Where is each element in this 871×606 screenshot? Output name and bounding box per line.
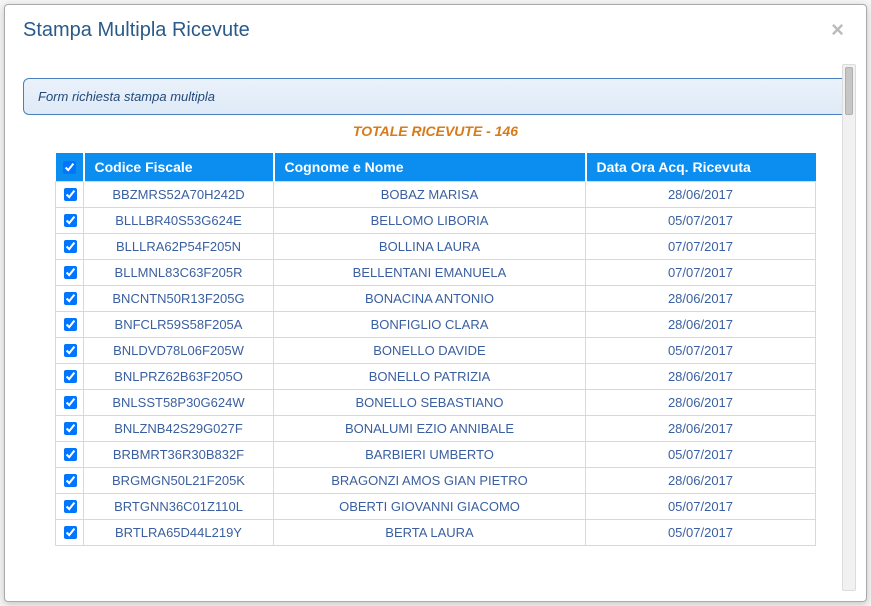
cell-data-ricevuta: 05/07/2017	[586, 520, 816, 546]
header-checkbox-cell	[56, 153, 84, 182]
cell-data-ricevuta: 28/06/2017	[586, 364, 816, 390]
row-checkbox-cell	[56, 182, 84, 208]
cell-data-ricevuta: 07/07/2017	[586, 234, 816, 260]
form-legend: Form richiesta stampa multipla	[23, 78, 848, 115]
cell-data-ricevuta: 28/06/2017	[586, 390, 816, 416]
row-checkbox-cell	[56, 286, 84, 312]
cell-codice-fiscale: BLLLBR40S53G624E	[84, 208, 274, 234]
row-checkbox-cell	[56, 520, 84, 546]
table-row: BNCNTN50R13F205GBONACINA ANTONIO28/06/20…	[56, 286, 816, 312]
cell-codice-fiscale: BNCNTN50R13F205G	[84, 286, 274, 312]
header-codice-fiscale[interactable]: Codice Fiscale	[84, 153, 274, 182]
row-checkbox-cell	[56, 312, 84, 338]
table-row: BLLLBR40S53G624EBELLOMO LIBORIA05/07/201…	[56, 208, 816, 234]
cell-cognome-nome: BELLOMO LIBORIA	[274, 208, 586, 234]
row-checkbox[interactable]	[64, 240, 77, 253]
row-checkbox-cell	[56, 442, 84, 468]
cell-codice-fiscale: BRBMRT36R30B832F	[84, 442, 274, 468]
row-checkbox[interactable]	[64, 214, 77, 227]
cell-cognome-nome: BONELLO SEBASTIANO	[274, 390, 586, 416]
cell-cognome-nome: BRAGONZI AMOS GIAN PIETRO	[274, 468, 586, 494]
header-cognome-nome[interactable]: Cognome e Nome	[274, 153, 586, 182]
row-checkbox-cell	[56, 390, 84, 416]
row-checkbox[interactable]	[64, 266, 77, 279]
row-checkbox[interactable]	[64, 526, 77, 539]
row-checkbox[interactable]	[64, 422, 77, 435]
modal-header: Stampa Multipla Ricevute ×	[5, 5, 866, 54]
modal-body: Form richiesta stampa multipla TOTALE RI…	[5, 54, 866, 601]
table-row: BNLDVD78L06F205WBONELLO DAVIDE05/07/2017	[56, 338, 816, 364]
cell-data-ricevuta: 28/06/2017	[586, 416, 816, 442]
cell-codice-fiscale: BNLPRZ62B63F205O	[84, 364, 274, 390]
cell-cognome-nome: BONFIGLIO CLARA	[274, 312, 586, 338]
row-checkbox[interactable]	[64, 318, 77, 331]
cell-cognome-nome: BONACINA ANTONIO	[274, 286, 586, 312]
cell-cognome-nome: BELLENTANI EMANUELA	[274, 260, 586, 286]
row-checkbox[interactable]	[64, 448, 77, 461]
table-row: BLLMNL83C63F205RBELLENTANI EMANUELA07/07…	[56, 260, 816, 286]
cell-codice-fiscale: BNLSST58P30G624W	[84, 390, 274, 416]
cell-data-ricevuta: 28/06/2017	[586, 286, 816, 312]
modal-dialog: Stampa Multipla Ricevute × Form richiest…	[4, 4, 867, 602]
cell-codice-fiscale: BNLZNB42S29G027F	[84, 416, 274, 442]
table-row: BNLPRZ62B63F205OBONELLO PATRIZIA28/06/20…	[56, 364, 816, 390]
cell-cognome-nome: BONALUMI EZIO ANNIBALE	[274, 416, 586, 442]
row-checkbox[interactable]	[64, 370, 77, 383]
row-checkbox[interactable]	[64, 188, 77, 201]
cell-data-ricevuta: 28/06/2017	[586, 312, 816, 338]
row-checkbox-cell	[56, 208, 84, 234]
ricevute-table: Codice Fiscale Cognome e Nome Data Ora A…	[55, 153, 816, 546]
cell-codice-fiscale: BBZMRS52A70H242D	[84, 182, 274, 208]
cell-data-ricevuta: 05/07/2017	[586, 338, 816, 364]
row-checkbox-cell	[56, 494, 84, 520]
cell-codice-fiscale: BLLLRA62P54F205N	[84, 234, 274, 260]
row-checkbox[interactable]	[64, 344, 77, 357]
select-all-checkbox[interactable]	[63, 161, 76, 174]
scrollbar-thumb[interactable]	[845, 67, 853, 115]
table-row: BBZMRS52A70H242DBOBAZ MARISA28/06/2017	[56, 182, 816, 208]
cell-codice-fiscale: BRGMGN50L21F205K	[84, 468, 274, 494]
table-row: BRGMGN50L21F205KBRAGONZI AMOS GIAN PIETR…	[56, 468, 816, 494]
cell-codice-fiscale: BRTLRA65D44L219Y	[84, 520, 274, 546]
row-checkbox-cell	[56, 468, 84, 494]
cell-cognome-nome: BARBIERI UMBERTO	[274, 442, 586, 468]
cell-codice-fiscale: BRTGNN36C01Z110L	[84, 494, 274, 520]
cell-data-ricevuta: 05/07/2017	[586, 208, 816, 234]
row-checkbox[interactable]	[64, 292, 77, 305]
total-count-label: TOTALE RICEVUTE - 146	[23, 123, 848, 139]
cell-codice-fiscale: BNFCLR59S58F205A	[84, 312, 274, 338]
cell-data-ricevuta: 28/06/2017	[586, 468, 816, 494]
cell-codice-fiscale: BLLMNL83C63F205R	[84, 260, 274, 286]
table-row: BNLZNB42S29G027FBONALUMI EZIO ANNIBALE28…	[56, 416, 816, 442]
row-checkbox-cell	[56, 338, 84, 364]
cell-cognome-nome: BERTA LAURA	[274, 520, 586, 546]
cell-cognome-nome: BOLLINA LAURA	[274, 234, 586, 260]
table-row: BNLSST58P30G624WBONELLO SEBASTIANO28/06/…	[56, 390, 816, 416]
cell-data-ricevuta: 28/06/2017	[586, 182, 816, 208]
row-checkbox-cell	[56, 416, 84, 442]
cell-codice-fiscale: BNLDVD78L06F205W	[84, 338, 274, 364]
modal-title: Stampa Multipla Ricevute	[23, 19, 250, 42]
cell-data-ricevuta: 05/07/2017	[586, 494, 816, 520]
cell-cognome-nome: OBERTI GIOVANNI GIACOMO	[274, 494, 586, 520]
cell-data-ricevuta: 05/07/2017	[586, 442, 816, 468]
cell-cognome-nome: BONELLO DAVIDE	[274, 338, 586, 364]
header-data-ricevuta[interactable]: Data Ora Acq. Ricevuta	[586, 153, 816, 182]
row-checkbox-cell	[56, 260, 84, 286]
table-row: BRTLRA65D44L219YBERTA LAURA05/07/2017	[56, 520, 816, 546]
row-checkbox-cell	[56, 364, 84, 390]
close-icon[interactable]: ×	[827, 19, 848, 41]
row-checkbox[interactable]	[64, 474, 77, 487]
row-checkbox[interactable]	[64, 396, 77, 409]
cell-cognome-nome: BOBAZ MARISA	[274, 182, 586, 208]
cell-cognome-nome: BONELLO PATRIZIA	[274, 364, 586, 390]
cell-data-ricevuta: 07/07/2017	[586, 260, 816, 286]
table-row: BLLLRA62P54F205NBOLLINA LAURA07/07/2017	[56, 234, 816, 260]
table-row: BRTGNN36C01Z110LOBERTI GIOVANNI GIACOMO0…	[56, 494, 816, 520]
scrollbar[interactable]	[842, 64, 856, 591]
table-row: BNFCLR59S58F205ABONFIGLIO CLARA28/06/201…	[56, 312, 816, 338]
table-row: BRBMRT36R30B832FBARBIERI UMBERTO05/07/20…	[56, 442, 816, 468]
row-checkbox[interactable]	[64, 500, 77, 513]
row-checkbox-cell	[56, 234, 84, 260]
